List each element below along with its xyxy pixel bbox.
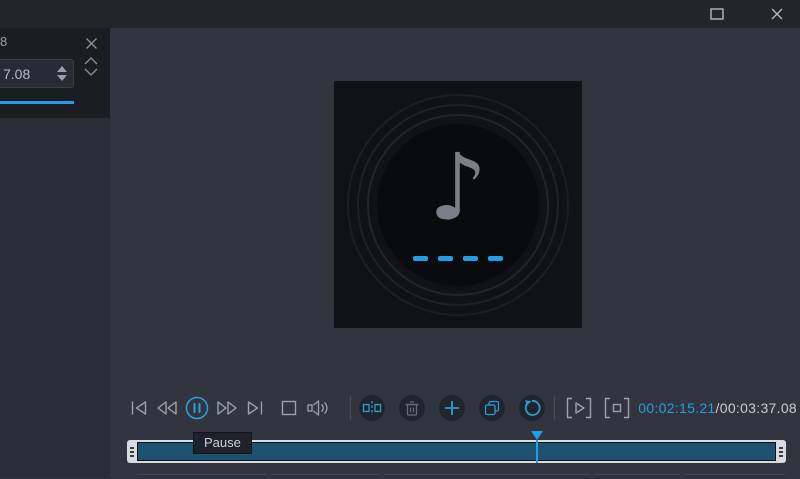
spinner-arrows (57, 66, 73, 81)
loading-dash (488, 256, 503, 261)
pause-button[interactable] (185, 396, 209, 420)
pause-icon (185, 396, 209, 420)
stop-button[interactable] (281, 400, 297, 416)
duration-value: 7.08 (3, 65, 31, 82)
stop-segment-icon (604, 397, 630, 419)
play-segment-button[interactable] (566, 397, 592, 419)
player-toolbar: 00:02:15.21/00:03:37.08 (130, 394, 797, 422)
clip-segment (684, 474, 785, 479)
stop-segment-button[interactable] (604, 397, 630, 419)
next-icon (247, 401, 263, 415)
clip-segment (137, 474, 267, 479)
fast-forward-icon (217, 401, 237, 415)
delete-button[interactable] (399, 395, 425, 421)
add-button[interactable] (439, 395, 465, 421)
maximize-button[interactable] (706, 4, 728, 24)
clip-segment (384, 474, 590, 479)
undo-icon (524, 400, 541, 416)
spinner-up-icon[interactable] (57, 66, 67, 72)
split-button[interactable] (359, 395, 385, 421)
copy-icon (484, 400, 500, 416)
trim-handle-left[interactable] (130, 446, 134, 457)
volume-icon (307, 400, 328, 416)
playhead-line (536, 440, 538, 463)
undo-button[interactable] (519, 395, 545, 421)
left-sidebar: 8 7.08 (0, 28, 110, 478)
duration-spinner[interactable]: 7.08 (0, 59, 74, 88)
total-time: 00:03:37.08 (719, 400, 797, 416)
next-button[interactable] (246, 400, 264, 416)
split-icon (362, 401, 382, 415)
music-note-icon: ♪ (428, 133, 488, 241)
title-bar (0, 0, 800, 28)
plus-icon (445, 401, 459, 415)
pause-tooltip: Pause (193, 432, 252, 454)
playhead-marker[interactable] (531, 431, 543, 440)
panel-close-button[interactable] (84, 36, 98, 50)
close-icon (771, 8, 783, 20)
loading-dashes (413, 256, 503, 261)
rewind-button[interactable] (156, 400, 178, 416)
app-window: { "window": { "maximize_icon": "maximize… (0, 0, 800, 479)
trash-icon (405, 400, 419, 416)
current-time: 00:02:15.21 (638, 400, 716, 416)
clip-segment (271, 474, 380, 479)
copy-button[interactable] (479, 395, 505, 421)
clip-segment (594, 474, 680, 479)
play-segment-icon (566, 397, 592, 419)
audio-preview-art: ♪ (334, 81, 582, 328)
time-display: 00:02:15.21/00:03:37.08 (638, 400, 797, 416)
close-icon (85, 37, 97, 49)
previous-icon (131, 401, 147, 415)
clip-settings-panel: 8 7.08 (0, 28, 110, 118)
panel-progress-line (0, 101, 74, 104)
fast-forward-button[interactable] (216, 400, 238, 416)
trim-handle-right[interactable] (779, 446, 783, 457)
clipped-duration-label: 8 (0, 34, 8, 49)
loading-dash (438, 256, 453, 261)
maximize-icon (710, 8, 724, 20)
toolbar-separator (554, 396, 555, 420)
loading-dash (413, 256, 428, 261)
close-button[interactable] (766, 4, 788, 24)
loading-dash (463, 256, 478, 261)
stop-icon (281, 400, 297, 416)
previous-button[interactable] (130, 400, 148, 416)
toolbar-separator (350, 396, 351, 420)
chevron-up-icon[interactable] (84, 53, 98, 65)
spinner-down-icon[interactable] (57, 75, 67, 81)
volume-button[interactable] (306, 399, 330, 417)
chevron-down-icon[interactable] (84, 64, 98, 76)
rewind-icon (157, 401, 177, 415)
